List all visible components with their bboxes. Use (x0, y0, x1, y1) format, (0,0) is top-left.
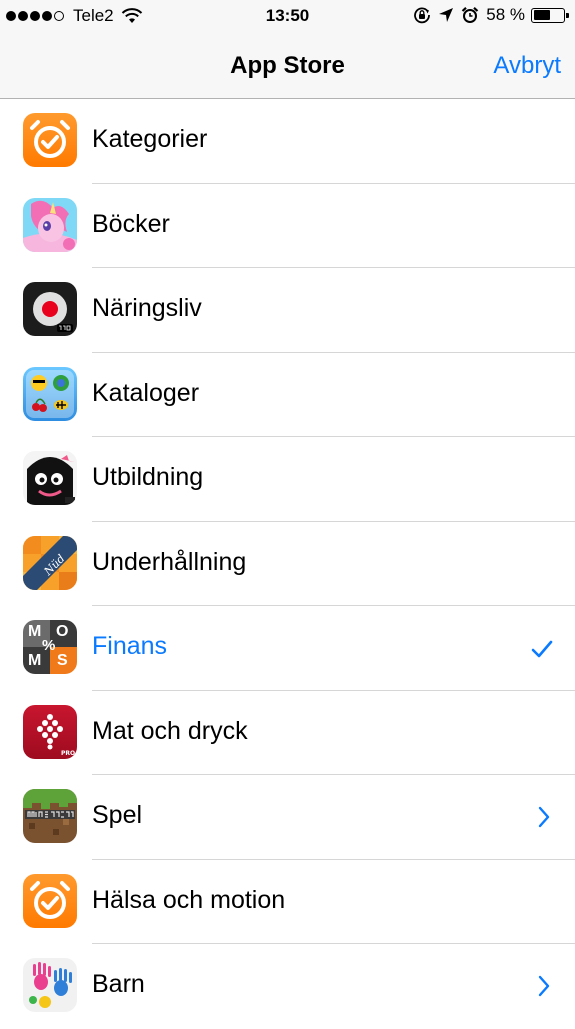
list-item-utbildning[interactable]: Utbildning (0, 437, 575, 522)
alarm-clock-app-icon (23, 113, 77, 167)
battery-icon (531, 7, 569, 23)
list-item-kategorier[interactable]: Kategorier (0, 99, 575, 184)
list-item-label: Barn (92, 970, 145, 998)
icon-letter: S (57, 652, 68, 669)
icon-letter: % (42, 637, 56, 654)
list-item-label: Underhållning (92, 547, 247, 576)
list-item-label: Kategorier (92, 125, 208, 153)
category-list: Kategorier Böcker Näringsliv Kataloger U… (0, 99, 575, 1029)
toca-monster-app-icon (23, 451, 77, 505)
chevron-right-icon[interactable] (537, 806, 551, 828)
rotation-lock-icon (414, 7, 431, 24)
nud-app-icon: Nüd (23, 535, 77, 590)
list-item-label: Näringsliv (92, 294, 202, 322)
handprints-app-icon (23, 958, 77, 1012)
record-pro-app-icon (23, 282, 77, 336)
list-item-label: Kataloger (92, 378, 200, 407)
momos-calculator-app-icon: M O M S % (23, 620, 77, 674)
alarm-icon (462, 6, 479, 23)
battery-percent: 58 % (486, 5, 525, 24)
minecraft-app-icon (23, 789, 77, 843)
list-item-label: Spel (92, 801, 143, 829)
icon-letter: O (56, 623, 69, 640)
list-item-halsa-och-motion[interactable]: Hälsa och motion (0, 860, 575, 944)
status-right: 58 % (413, 5, 569, 25)
list-item-label: Böcker (92, 209, 170, 238)
status-bar: Tele2 13:50 58 % (0, 0, 575, 32)
location-arrow-icon (439, 8, 454, 22)
list-item-label: Utbildning (92, 463, 204, 491)
list-item-kataloger[interactable]: Kataloger (0, 353, 575, 437)
list-item-mat-och-dryck[interactable]: PRO Mat och dryck (0, 691, 575, 775)
list-item-label: Mat och dryck (92, 716, 248, 745)
emoji-pro-app-icon (23, 366, 77, 421)
pony-app-icon (23, 197, 77, 252)
list-item-bocker[interactable]: Böcker (0, 184, 575, 268)
grapes-pro-app-icon: PRO (23, 704, 77, 759)
checkmark-icon (531, 640, 553, 658)
list-item-finans[interactable]: M O M S % Finans (0, 606, 575, 691)
nav-title: App Store (230, 52, 345, 79)
list-item-spel[interactable]: Spel (0, 775, 575, 860)
list-item-label: Finans (92, 632, 168, 660)
svg-text:PRO: PRO (61, 750, 75, 757)
list-item-label: Hälsa och motion (92, 885, 286, 914)
cancel-button[interactable]: Avbryt (493, 52, 561, 80)
list-item-underhallning[interactable]: Nüd Underhållning (0, 522, 575, 606)
icon-letter: M (28, 652, 42, 669)
list-item-naringsliv[interactable]: Näringsliv (0, 268, 575, 353)
alarm-clock-app-icon (23, 873, 77, 928)
chevron-right-icon[interactable] (537, 975, 551, 997)
icon-letter: M (28, 623, 42, 640)
list-item-barn[interactable]: Barn (0, 944, 575, 1029)
navigation-bar: App Store Avbryt (0, 32, 575, 99)
